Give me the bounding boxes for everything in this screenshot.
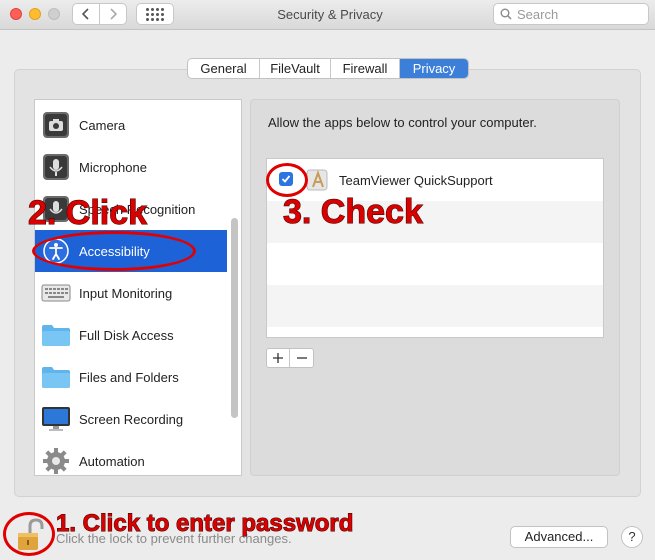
remove-app-button[interactable] xyxy=(290,349,313,367)
sidebar-item-full-disk-access[interactable]: Full Disk Access xyxy=(35,314,227,356)
gear-icon xyxy=(41,446,71,475)
app-icon xyxy=(305,167,331,193)
search-field[interactable] xyxy=(493,3,649,25)
plus-icon xyxy=(273,353,283,363)
camera-icon xyxy=(41,110,71,140)
zoom-window-button[interactable] xyxy=(48,8,60,20)
annotation-ring-checkbox xyxy=(266,163,308,197)
permission-description: Allow the apps below to control your com… xyxy=(268,115,537,130)
sidebar-item-input-monitoring[interactable]: Input Monitoring xyxy=(35,272,227,314)
app-name: TeamViewer QuickSupport xyxy=(339,173,493,188)
privacy-category-list[interactable]: Camera Microphone Speech Recognition Acc… xyxy=(34,99,242,476)
folder-icon xyxy=(41,362,71,392)
sidebar-item-label: Screen Recording xyxy=(79,411,184,427)
sidebar-item-label: Full Disk Access xyxy=(79,327,174,343)
title-bar: Security & Privacy xyxy=(0,0,655,30)
sidebar-item-label: Input Monitoring xyxy=(79,285,173,301)
chevron-right-icon xyxy=(110,8,117,20)
window-title: Security & Privacy xyxy=(277,7,383,22)
list-item xyxy=(267,243,603,285)
sidebar-item-camera[interactable]: Camera xyxy=(35,104,227,146)
chevron-left-icon xyxy=(82,8,89,20)
close-window-button[interactable] xyxy=(10,8,22,20)
folder-icon xyxy=(41,320,71,350)
sidebar-item-automation[interactable]: Automation xyxy=(35,440,227,475)
microphone-icon xyxy=(41,152,71,182)
annotation-step-2: 2. Click xyxy=(27,194,148,233)
add-remove-buttons xyxy=(266,348,314,368)
annotation-step-1: 1. Click to enter password xyxy=(55,510,354,538)
sidebar-item-label: Automation xyxy=(79,453,145,469)
add-app-button[interactable] xyxy=(267,349,290,367)
help-button[interactable]: ? xyxy=(621,526,643,548)
search-input[interactable] xyxy=(517,6,637,22)
display-icon xyxy=(41,404,71,434)
minus-icon xyxy=(296,357,307,359)
sidebar-item-screen-recording[interactable]: Screen Recording xyxy=(35,398,227,440)
show-all-button[interactable] xyxy=(136,3,174,25)
forward-button[interactable] xyxy=(99,3,127,25)
sidebar-item-files-and-folders[interactable]: Files and Folders xyxy=(35,356,227,398)
keyboard-icon xyxy=(41,278,71,308)
search-icon xyxy=(500,8,512,20)
sidebar-item-microphone[interactable]: Microphone xyxy=(35,146,227,188)
app-list[interactable]: TeamViewer QuickSupport xyxy=(266,158,604,338)
grid-icon xyxy=(146,7,164,21)
back-button[interactable] xyxy=(72,3,100,25)
annotation-step-3: 3. Check xyxy=(283,193,424,232)
tab-general[interactable]: General xyxy=(188,59,260,78)
minimize-window-button[interactable] xyxy=(29,8,41,20)
sidebar-item-label: Files and Folders xyxy=(79,369,179,385)
tab-privacy[interactable]: Privacy xyxy=(400,59,468,78)
sidebar-item-label: Camera xyxy=(79,117,126,133)
tab-filevault[interactable]: FileVault xyxy=(260,59,331,78)
sidebar-item-label: Microphone xyxy=(79,159,147,175)
tab-firewall[interactable]: Firewall xyxy=(331,59,400,78)
annotation-ring-accessibility xyxy=(32,231,196,271)
annotation-ring-lock xyxy=(3,512,55,556)
advanced-button[interactable]: Advanced... xyxy=(510,526,608,548)
sidebar-scrollbar[interactable] xyxy=(231,218,238,418)
tab-bar: General FileVault Firewall Privacy xyxy=(187,58,469,79)
list-item xyxy=(267,285,603,327)
